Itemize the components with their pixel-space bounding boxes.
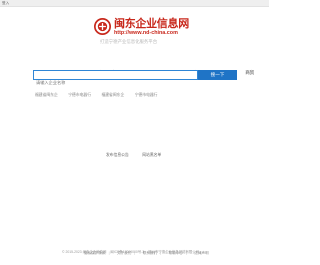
icp-number[interactable]: 闽ICP备17000000号-3 [110, 250, 144, 254]
copyright-line: © 2015-2023 闽东企业信息网 闽ICP备17000000号-3 福州市… [62, 249, 202, 254]
login-link[interactable]: 登入 [2, 0, 9, 6]
top-bar: 登入 [0, 0, 269, 7]
hot-search-links: 福建省闽东企 宁德市电器行 福建省闽东企 宁德市电器行 [35, 83, 163, 101]
search-category-tabs: 企业信息查询（闪网） 网站速览 资讯 企业 供求 产品 商贸 [98, 61, 258, 75]
hotlink-item[interactable]: 福建省闽东企 [101, 93, 124, 97]
search-box [33, 70, 198, 87]
hotlink-item[interactable]: 宁德市电器行 [135, 93, 158, 97]
logo-url: http://www.nd-china.com [114, 30, 178, 36]
site-slogan: 打造宁德产业信息化服务平台 [100, 39, 158, 44]
blacklist-link[interactable]: 网站黑名单 [142, 153, 161, 157]
company-name: 福州市宁德企业信息网络有限公司 [148, 250, 200, 254]
copyright-text: © 2015-2023 闽东企业信息网 [62, 250, 107, 254]
hotlink-item[interactable]: 宁德市电器行 [68, 93, 91, 97]
mid-links: 发布信息公告 网站黑名单 [106, 143, 170, 161]
search-button[interactable]: 搜一下 [198, 70, 237, 80]
tab-trade[interactable]: 商贸 [245, 69, 254, 76]
logo-emblem-icon [94, 18, 111, 35]
hotlink-item[interactable]: 福建省闽东企 [35, 93, 58, 97]
logo-name: 闽东企业信息网 [114, 18, 189, 30]
publish-notice-link[interactable]: 发布信息公告 [106, 153, 129, 157]
